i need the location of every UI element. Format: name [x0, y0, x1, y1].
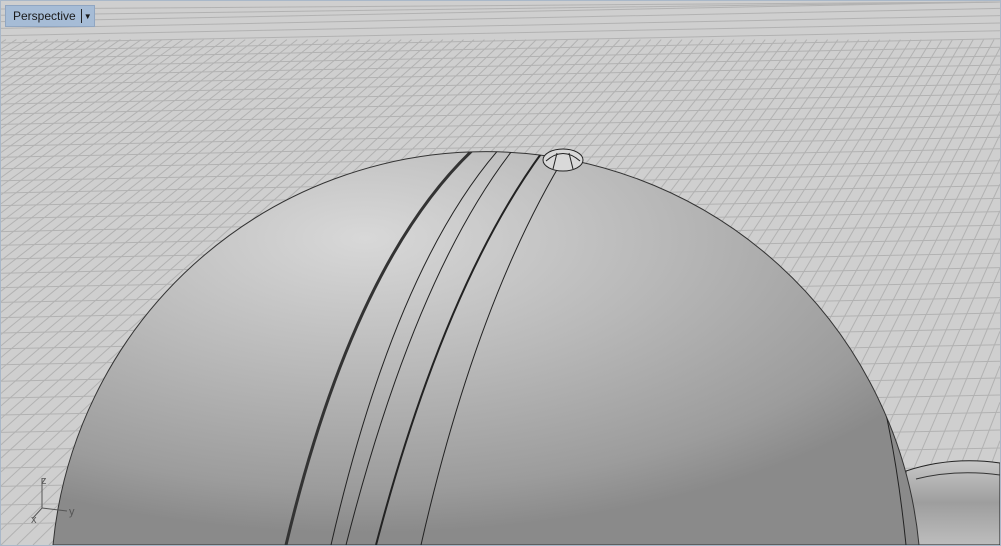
handle-object: [905, 460, 1000, 545]
axis-x-label: x: [31, 514, 37, 526]
chevron-down-icon[interactable]: ▼: [82, 12, 94, 21]
axis-z-label: z: [41, 475, 47, 487]
grid-line: [1, 39, 28, 57]
viewport-title-label[interactable]: Perspective: [6, 9, 81, 23]
grid-line: [1, 39, 163, 153]
perspective-viewport[interactable]: z y x Perspective ▼: [0, 0, 1001, 546]
axis-y-label: y: [69, 506, 75, 518]
viewport-scene[interactable]: z y x: [1, 1, 1000, 545]
viewport-title-tab[interactable]: Perspective ▼: [5, 5, 95, 27]
grid-line: [1, 38, 1000, 60]
grid-line: [1, 1, 1000, 16]
knob-feature: [542, 148, 584, 172]
grid-line: [1, 1, 1000, 10]
grid-line: [1, 39, 173, 162]
grid-line: [1, 39, 69, 85]
grid-line: [1, 93, 1000, 115]
grid-line: [1, 55, 1000, 77]
grid-line: [1, 39, 236, 214]
grid-line: [1, 39, 225, 205]
dome-object: [52, 148, 920, 545]
grid-line: [1, 39, 7, 44]
